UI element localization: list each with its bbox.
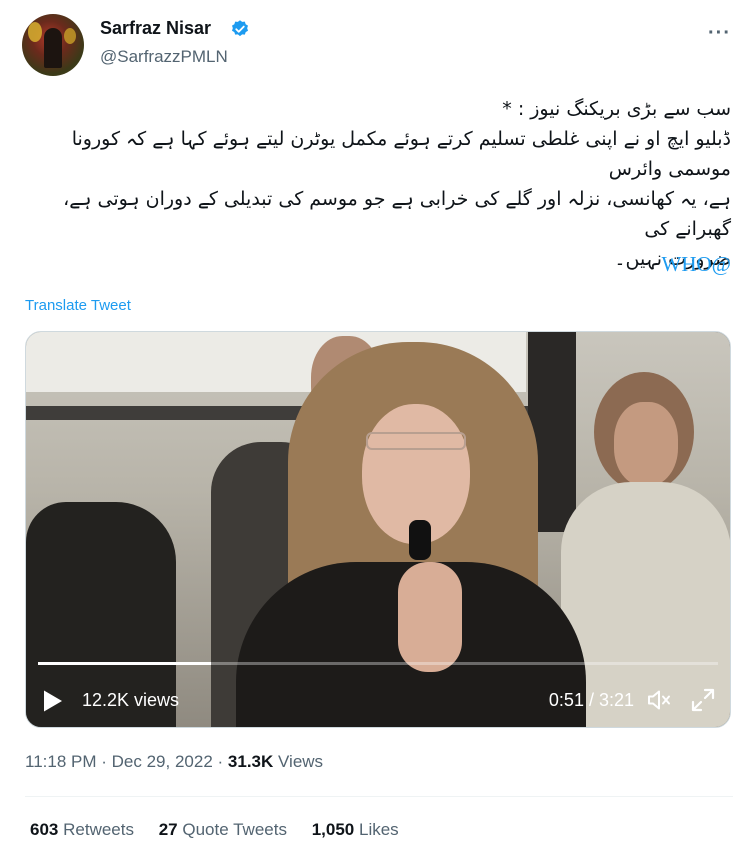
mention-link[interactable]: WHO@ xyxy=(662,252,732,277)
likes-count: 1,050 xyxy=(311,820,355,839)
meta-separator: · xyxy=(101,752,112,771)
translate-tweet-link[interactable]: Translate Tweet xyxy=(25,297,131,314)
avatar-figure xyxy=(44,28,62,68)
tweet-line: ہے، یہ کھانسی، نزلہ اور گلے کی خرابی ہے … xyxy=(63,188,731,240)
tweet-stats: 603 Retweets 27 Quote Tweets 1,050 Likes xyxy=(30,820,419,840)
volume-muted-icon[interactable] xyxy=(646,687,672,713)
views-word: Views xyxy=(278,752,324,771)
retweets-count: 603 xyxy=(30,820,59,839)
avatar-detail xyxy=(64,28,76,44)
tweet-header: Sarfraz Nisar @SarfrazzPMLN ··· xyxy=(22,14,733,76)
more-options-icon[interactable]: ··· xyxy=(708,22,731,45)
tweet-meta: 11:18 PM · Dec 29, 2022 · 31.3K Views xyxy=(25,752,323,772)
verified-badge-icon xyxy=(232,20,248,37)
play-icon[interactable] xyxy=(42,689,64,713)
retweets-label: Retweets xyxy=(63,820,134,839)
retweets-stat[interactable]: 603 Retweets xyxy=(30,820,139,839)
video-frame-detail xyxy=(614,402,678,486)
tweet-date[interactable]: Dec 29, 2022 xyxy=(112,752,213,771)
video-progress-bar[interactable] xyxy=(38,662,718,665)
user-name[interactable]: Sarfraz Nisar xyxy=(100,18,211,39)
quote-tweets-stat[interactable]: 27 Quote Tweets xyxy=(159,820,292,839)
tweet-line: ضرورت نہیں۔ xyxy=(614,248,731,270)
divider xyxy=(25,796,733,797)
video-frame-detail xyxy=(398,562,462,672)
fullscreen-icon[interactable] xyxy=(690,687,716,713)
tweet-text: سب سے بڑی بریکنگ نیوز : * ڈبلیو ایچ او ن… xyxy=(22,94,731,274)
likes-stat[interactable]: 1,050 Likes xyxy=(312,820,399,839)
video-views-label: 12.2K views xyxy=(82,690,180,710)
likes-label: Likes xyxy=(358,820,399,839)
video-player[interactable]: 12.2K views 0:51 / 3:21 xyxy=(25,331,731,728)
tweet-line: سب سے بڑی بریکنگ نیوز : * xyxy=(502,98,731,120)
tweet-time[interactable]: 11:18 PM xyxy=(25,752,97,771)
video-frame-detail xyxy=(366,432,466,450)
tweet-line: ڈبلیو ایچ او نے اپنی غلطی تسلیم کرتے ہوئ… xyxy=(71,128,731,180)
quote-tweets-count: 27 xyxy=(158,820,178,839)
meta-separator: · xyxy=(217,752,228,771)
video-time-label: 0:51 / 3:21 xyxy=(548,690,634,710)
avatar[interactable] xyxy=(22,14,84,76)
views-count: 31.3K xyxy=(227,752,274,771)
video-frame-detail xyxy=(409,520,431,560)
quote-tweets-label: Quote Tweets xyxy=(182,820,287,839)
user-handle[interactable]: @SarfrazzPMLN xyxy=(100,47,228,67)
avatar-detail xyxy=(28,22,42,42)
video-progress-fill xyxy=(38,662,211,665)
